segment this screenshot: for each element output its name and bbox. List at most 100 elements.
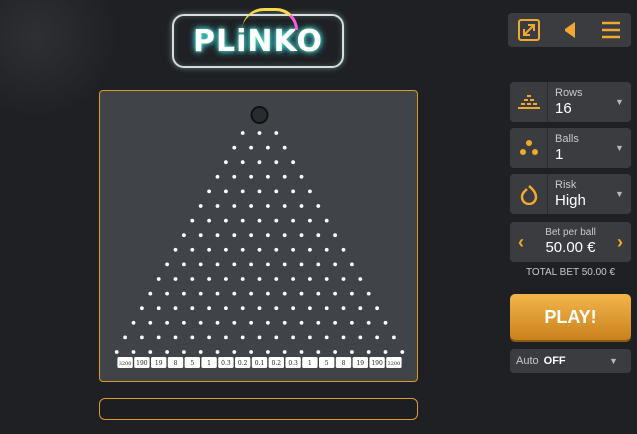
peg — [299, 233, 304, 238]
peg — [383, 320, 388, 325]
peg — [257, 247, 262, 252]
peg — [350, 320, 354, 325]
peg — [190, 306, 195, 311]
peg — [274, 189, 279, 194]
peg — [215, 320, 220, 325]
peg — [316, 320, 321, 325]
peg — [333, 262, 337, 267]
peg — [266, 204, 270, 208]
peg — [282, 204, 287, 208]
total-bet: TOTAL BET 50.00 € — [525, 267, 616, 278]
peg — [316, 204, 321, 208]
peg — [350, 350, 354, 354]
multiplier-label: 190 — [371, 360, 383, 367]
peg — [308, 218, 312, 223]
peg — [249, 174, 254, 179]
peg — [291, 218, 295, 223]
peg — [308, 335, 312, 340]
peg — [215, 204, 220, 208]
multiplier-label: 19 — [356, 360, 364, 367]
peg — [324, 277, 329, 281]
multiplier-label: 190 — [136, 360, 148, 367]
peg — [333, 350, 337, 354]
peg — [274, 160, 279, 165]
peg — [299, 350, 304, 354]
peg — [316, 233, 321, 238]
peg — [232, 320, 237, 325]
peg — [400, 350, 405, 354]
peg — [282, 350, 287, 354]
peg — [156, 306, 161, 311]
peg — [274, 218, 279, 223]
peg — [366, 350, 371, 354]
peg — [291, 189, 295, 194]
balls-label: Balls — [555, 132, 579, 145]
peg — [240, 247, 245, 252]
peg — [190, 218, 195, 223]
peg — [249, 291, 254, 296]
peg — [366, 291, 371, 296]
chevron-down-icon: ▼ — [615, 143, 624, 153]
peg — [207, 277, 211, 281]
peg — [198, 320, 203, 325]
peg — [266, 233, 270, 238]
expand-icon[interactable] — [515, 16, 543, 44]
balls-selector[interactable]: Balls 1 ▼ — [510, 128, 631, 168]
risk-label: Risk — [555, 178, 577, 191]
peg — [257, 218, 262, 223]
peg — [291, 277, 295, 281]
peg — [375, 306, 379, 311]
peg — [257, 160, 262, 165]
game-logo: PLiNKO — [172, 8, 344, 68]
peg — [165, 320, 169, 325]
peg — [333, 291, 337, 296]
multiplier-label: 8 — [174, 360, 178, 367]
hamburger-icon[interactable] — [597, 16, 625, 44]
peg — [173, 335, 178, 340]
peg — [140, 335, 144, 340]
peg — [282, 145, 287, 150]
plinko-board: 3200 190 19 8 5 1 0.3 0.2 0.1 0.2 0.3 1 5 8 19 190 3200 — [99, 90, 418, 382]
peg — [131, 350, 136, 354]
peg — [375, 335, 379, 340]
peg — [240, 306, 245, 311]
auto-play-selector[interactable]: Auto OFF ▼ — [510, 349, 631, 373]
peg — [274, 131, 279, 135]
peg — [207, 218, 211, 223]
peg — [182, 350, 186, 354]
peg — [282, 233, 287, 238]
peg — [299, 320, 304, 325]
peg — [240, 131, 245, 135]
speaker-icon[interactable] — [556, 16, 584, 44]
peg — [215, 350, 220, 354]
multiplier-label: 1 — [308, 360, 312, 367]
peg — [224, 160, 228, 165]
peg — [240, 335, 245, 340]
play-button[interactable]: PLAY! — [510, 294, 631, 340]
peg — [316, 350, 321, 354]
peg — [291, 335, 295, 340]
peg — [198, 262, 203, 267]
peg — [198, 291, 203, 296]
multiplier-label: 1 — [207, 360, 211, 367]
peg — [257, 306, 262, 311]
peg — [224, 189, 228, 194]
peg — [299, 204, 304, 208]
peg — [274, 335, 279, 340]
bet-label: Bet per ball — [545, 227, 596, 238]
multiplier-label: 5 — [325, 360, 329, 367]
decrease-bet-button[interactable]: ‹ — [510, 232, 532, 253]
chevron-down-icon: ▼ — [615, 97, 624, 107]
peg — [249, 262, 254, 267]
peg — [358, 335, 363, 340]
peg — [190, 247, 195, 252]
increase-bet-button[interactable]: › — [609, 232, 631, 253]
peg — [392, 335, 396, 340]
risk-selector[interactable]: Risk High ▼ — [510, 174, 631, 214]
peg — [341, 306, 346, 311]
peg — [266, 262, 270, 267]
balls-icon — [510, 128, 548, 168]
peg — [232, 204, 237, 208]
rows-selector[interactable]: Rows 16 ▼ — [510, 82, 631, 122]
risk-value: High — [555, 191, 586, 209]
